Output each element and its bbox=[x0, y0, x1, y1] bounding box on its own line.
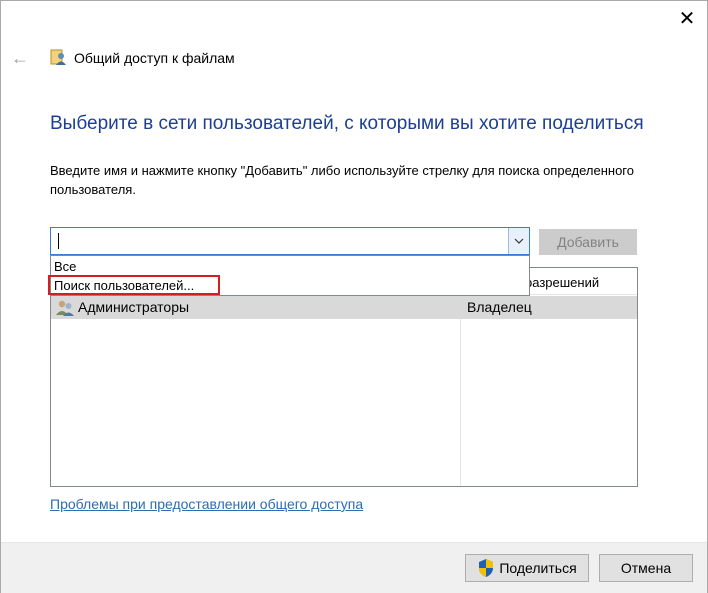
combo-dropdown-button[interactable] bbox=[508, 228, 529, 254]
window-title: Общий доступ к файлам bbox=[74, 50, 235, 66]
back-button[interactable]: ← bbox=[9, 47, 31, 69]
user-input[interactable] bbox=[51, 228, 509, 254]
annotation-highlight-box bbox=[48, 275, 220, 295]
column-divider bbox=[460, 294, 461, 486]
users-table: разрешений Администраторы Владелец bbox=[50, 267, 638, 487]
users-group-icon bbox=[56, 300, 74, 316]
user-combobox[interactable] bbox=[50, 227, 530, 255]
instructions-text: Введите имя и нажмите кнопку "Добавить" … bbox=[50, 163, 634, 197]
dialog-footer: Поделиться Отмена bbox=[1, 542, 707, 593]
row-permission[interactable]: Владелец bbox=[467, 299, 532, 315]
back-arrow-icon: ← bbox=[11, 47, 29, 68]
text-caret bbox=[58, 233, 59, 249]
row-user-name: Администраторы bbox=[78, 299, 190, 315]
permission-column-header[interactable]: разрешений bbox=[525, 275, 599, 290]
sharing-help-link[interactable]: Проблемы при предоставлении общего досту… bbox=[50, 496, 363, 512]
table-row[interactable]: Администраторы Владелец bbox=[51, 296, 637, 319]
share-button-label: Поделиться bbox=[499, 560, 577, 576]
share-button[interactable]: Поделиться bbox=[465, 554, 589, 582]
share-dialog: ✕ ← Общий доступ к файлам Выберите в сет… bbox=[0, 0, 708, 593]
add-button[interactable]: Добавить bbox=[539, 229, 637, 255]
chevron-down-icon bbox=[514, 238, 524, 244]
page-heading: Выберите в сети пользователей, с которым… bbox=[50, 113, 644, 134]
cancel-button[interactable]: Отмена bbox=[599, 554, 693, 582]
dropdown-item-everyone[interactable]: Все bbox=[51, 257, 529, 276]
uac-shield-icon bbox=[479, 559, 494, 577]
share-users-icon bbox=[50, 49, 66, 65]
close-button[interactable]: ✕ bbox=[669, 3, 705, 33]
close-icon: ✕ bbox=[678, 7, 696, 30]
